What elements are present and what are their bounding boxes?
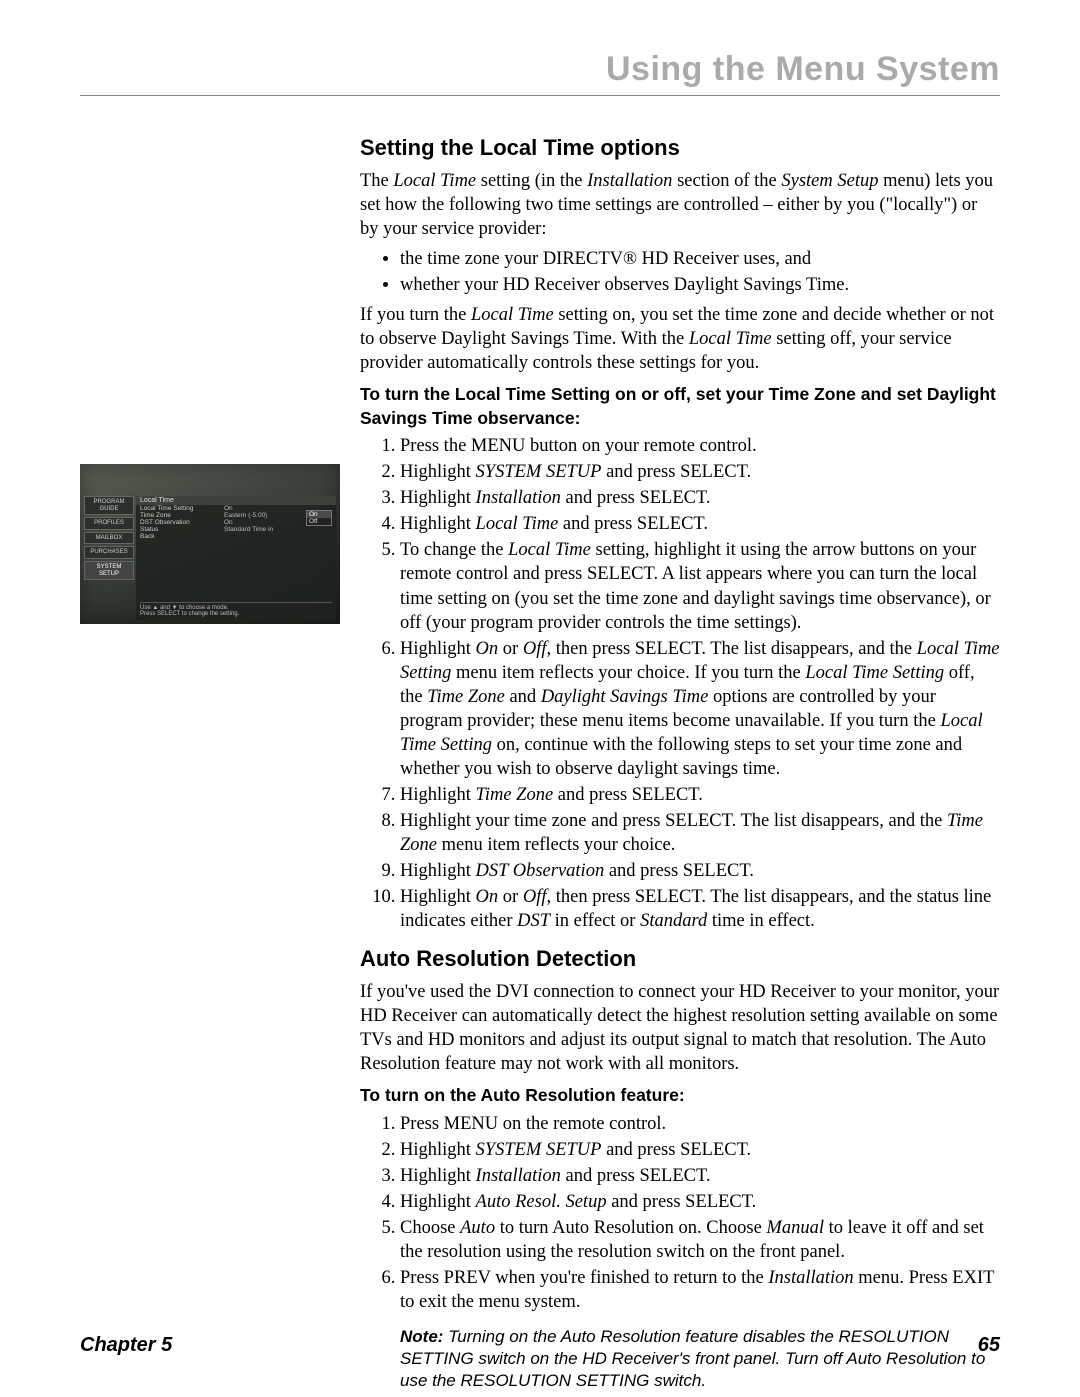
step-item: Highlight Installation and press SELECT.: [400, 486, 1000, 510]
footer-chapter: Chapter 5: [80, 1334, 172, 1357]
step-item: Highlight Installation and press SELECT.: [400, 1164, 1000, 1188]
tv-row-label: Time Zone: [140, 512, 220, 519]
header-rule: [80, 95, 1000, 96]
step-item: Highlight DST Observation and press SELE…: [400, 859, 1000, 883]
step-item: Press MENU on the remote control.: [400, 1112, 1000, 1136]
step-item: Highlight Time Zone and press SELECT.: [400, 783, 1000, 807]
tv-side-mailbox: MAILBOX: [84, 532, 134, 545]
step-item: Press the MENU button on your remote con…: [400, 434, 1000, 458]
step-item: Highlight Auto Resol. Setup and press SE…: [400, 1190, 1000, 1214]
tv-hint-line: Press SELECT to change the setting.: [140, 611, 332, 618]
tv-row-label: Status: [140, 526, 220, 533]
tv-row-value: Eastern (-5:00): [224, 512, 267, 519]
para-auto-res-intro: If you've used the DVI connection to con…: [360, 980, 1000, 1076]
footer-page-number: 65: [978, 1334, 1000, 1357]
step-item: Press PREV when you're finished to retur…: [400, 1266, 1000, 1314]
tv-menu-screenshot: PROGRAM GUIDE PROFILES MAILBOX PURCHASES…: [80, 464, 340, 624]
tv-popup-option: Off: [307, 518, 331, 525]
bold-instruction-auto-res: To turn on the Auto Resolution feature:: [360, 1084, 1000, 1108]
tv-side-program-guide: PROGRAM GUIDE: [84, 496, 134, 515]
tv-row-value: Standard Time in: [224, 526, 273, 533]
step-item: Highlight SYSTEM SETUP and press SELECT.: [400, 460, 1000, 484]
para-local-time-after: If you turn the Local Time setting on, y…: [360, 303, 1000, 375]
bullet-item: the time zone your DIRECTV® HD Receiver …: [400, 247, 1000, 271]
tv-popup: On Off: [306, 510, 332, 526]
tv-row-label: Local Time Setting: [140, 505, 220, 512]
tv-row-value: On: [224, 505, 233, 512]
bullet-item: whether your HD Receiver observes Daylig…: [400, 273, 1000, 297]
step-item: Choose Auto to turn Auto Resolution on. …: [400, 1216, 1000, 1264]
step-item: Highlight SYSTEM SETUP and press SELECT.: [400, 1138, 1000, 1162]
section-heading-local-time: Setting the Local Time options: [360, 134, 1000, 163]
tv-hint-line: Use ▲ and ▼ to choose a mode.: [140, 605, 332, 612]
tv-side-system-setup: SYSTEM SETUP: [84, 561, 134, 580]
tv-row-label: Back: [140, 533, 220, 540]
tv-panel-title: Local Time: [136, 496, 336, 505]
step-item: To change the Local Time setting, highli…: [400, 538, 1000, 634]
step-item: Highlight Local Time and press SELECT.: [400, 512, 1000, 536]
tv-side-profiles: PROFILES: [84, 517, 134, 530]
section-heading-auto-res: Auto Resolution Detection: [360, 945, 1000, 974]
tv-side-purchases: PURCHASES: [84, 546, 134, 559]
step-item: Highlight your time zone and press SELEC…: [400, 809, 1000, 857]
page-header-title: Using the Menu System: [80, 50, 1000, 89]
para-local-time-intro: The Local Time setting (in the Installat…: [360, 169, 1000, 241]
step-item: Highlight On or Off, then press SELECT. …: [400, 637, 1000, 781]
bold-instruction-local-time: To turn the Local Time Setting on or off…: [360, 383, 1000, 430]
step-item: Highlight On or Off, then press SELECT. …: [400, 885, 1000, 933]
tv-popup-option: On: [307, 511, 331, 518]
tv-row-value: On: [224, 519, 233, 526]
tv-row-label: DST Observation: [140, 519, 220, 526]
